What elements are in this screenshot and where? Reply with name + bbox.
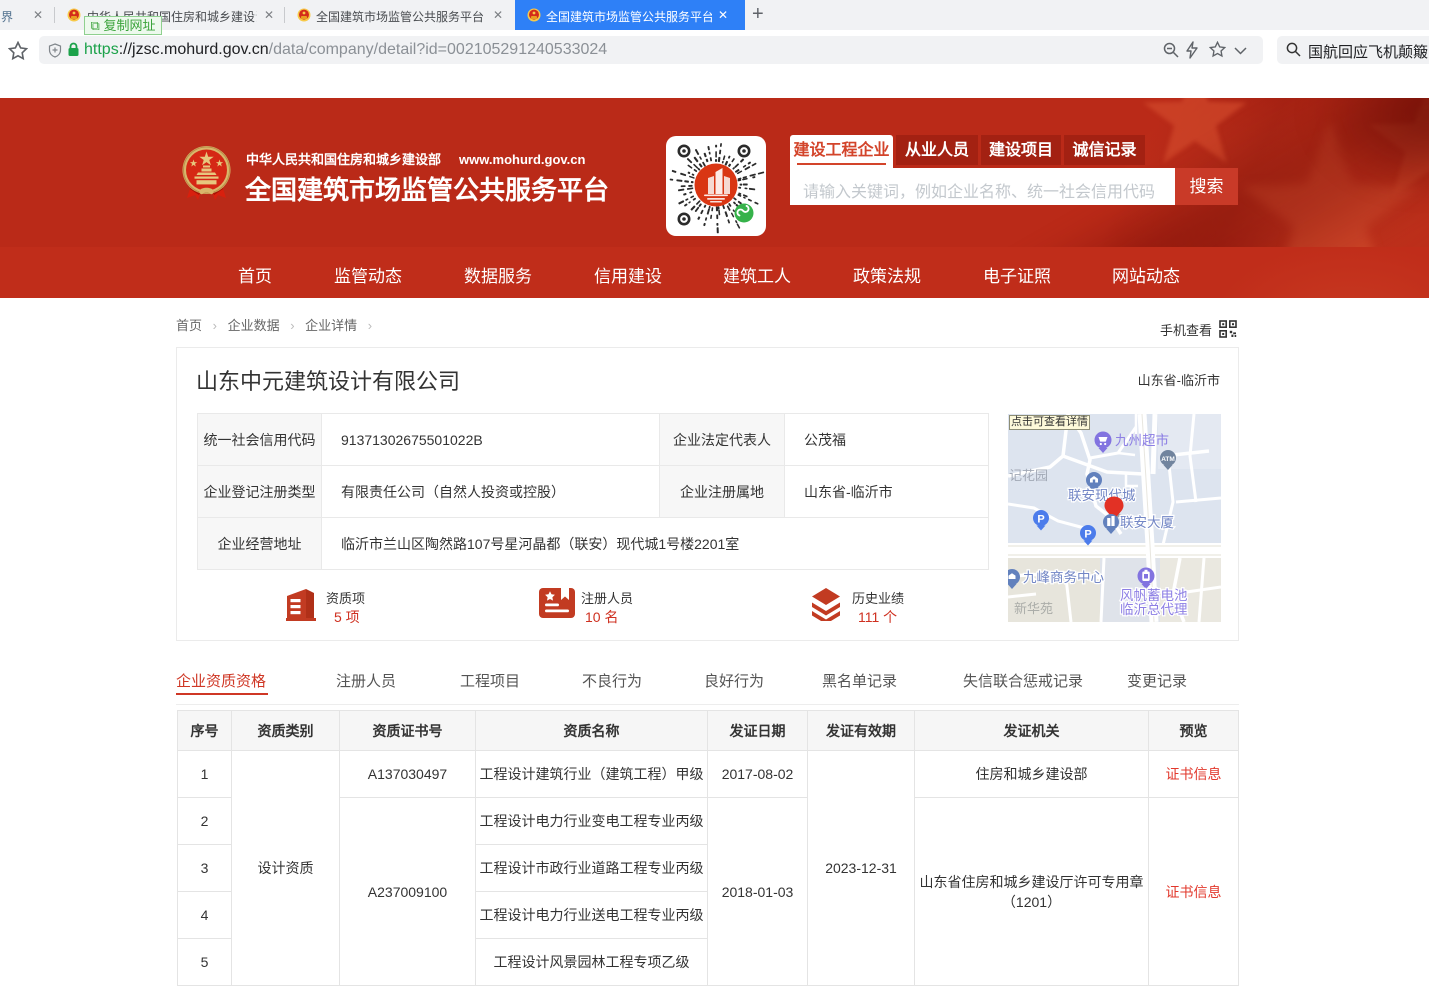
svg-text:P: P: [1037, 514, 1044, 526]
svg-text:九州超市: 九州超市: [1115, 432, 1169, 448]
svg-text:记花园: 记花园: [1009, 468, 1048, 483]
svg-text:联安现代城: 联安现代城: [1068, 488, 1136, 503]
svg-text:ATM: ATM: [1161, 456, 1175, 463]
svg-text:新华苑: 新华苑: [1014, 601, 1053, 616]
svg-text:九峰商务中心: 九峰商务中心: [1023, 570, 1104, 585]
svg-text:临沂总代理: 临沂总代理: [1120, 602, 1188, 617]
svg-text:联安大厦: 联安大厦: [1120, 515, 1174, 530]
svg-text:P: P: [1084, 529, 1091, 541]
svg-text:风帆蓄电池: 风帆蓄电池: [1120, 588, 1188, 603]
